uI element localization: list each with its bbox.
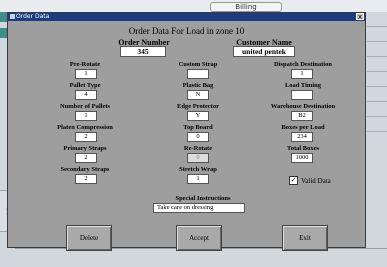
special-instructions-label: Special Instructions bbox=[175, 195, 231, 202]
boxes-per-load-label: Boxes per Load bbox=[281, 124, 325, 131]
order-data-dialog: Order Data x Order Data For Load in zone… bbox=[7, 12, 366, 251]
edge-protector-label: Edge Protector bbox=[177, 103, 219, 110]
re-rotate-label: Re-Rotate bbox=[183, 145, 213, 152]
load-timing-label: Load Timing bbox=[284, 82, 322, 89]
valid-data-checkbox[interactable]: ✓ Valid Data bbox=[289, 176, 331, 185]
order-number-field[interactable]: 345 bbox=[120, 46, 166, 57]
custom-strap-field[interactable] bbox=[187, 69, 209, 79]
top-board-label: Top Board bbox=[183, 124, 213, 131]
dispatch-destination-field[interactable]: 1 bbox=[291, 69, 313, 79]
total-boxes-label: Total Boxes bbox=[286, 145, 320, 152]
plastic-bag-field[interactable]: N bbox=[187, 90, 209, 100]
plastic-bag-label: Plastic Bag bbox=[182, 82, 214, 89]
close-button[interactable]: x bbox=[356, 13, 364, 21]
window-icon bbox=[10, 14, 15, 19]
dispatch-destination-label: Dispatch Destination bbox=[274, 61, 332, 68]
platen-compression-label: Platen Compression bbox=[57, 124, 113, 131]
primary-straps-field[interactable]: 2 bbox=[75, 153, 97, 163]
load-timing-field[interactable] bbox=[291, 90, 313, 100]
background-right-panel bbox=[367, 12, 387, 248]
customer-name-field[interactable]: united pentek bbox=[233, 46, 295, 57]
stretch-wrap-field[interactable]: 1 bbox=[187, 174, 209, 184]
warehouse-destination-label: Warehouse Destination bbox=[270, 103, 336, 110]
total-boxes-field[interactable]: 1000 bbox=[291, 153, 313, 163]
special-instructions-field[interactable]: Take care on dressing bbox=[153, 203, 245, 213]
delete-button[interactable]: Delete bbox=[66, 225, 112, 251]
number-of-pallets-field[interactable]: 1 bbox=[75, 111, 97, 121]
pallet-type-label: Pallet Type bbox=[69, 82, 101, 89]
page-title: Order Data For Load in zone 10 bbox=[128, 26, 245, 36]
background-billing-button[interactable]: Billing bbox=[210, 2, 282, 12]
stretch-wrap-label: Stretch Wrap bbox=[179, 166, 217, 173]
re-rotate-field: 0 bbox=[187, 153, 209, 163]
top-board-field[interactable]: 0 bbox=[187, 132, 209, 142]
secondary-straps-field[interactable]: 2 bbox=[75, 174, 97, 184]
checkmark-icon[interactable]: ✓ bbox=[289, 176, 298, 185]
title-bar: Order Data x bbox=[8, 13, 365, 21]
pallet-type-field[interactable]: 4 bbox=[75, 90, 97, 100]
background-app-bar bbox=[0, 0, 387, 12]
valid-data-label: Valid Data bbox=[301, 176, 331, 185]
primary-straps-label: Primary Straps bbox=[63, 145, 107, 152]
warehouse-destination-field[interactable]: B2 bbox=[291, 111, 313, 121]
pre-rotate-field[interactable]: 1 bbox=[75, 69, 97, 79]
custom-strap-label: Custom Strap bbox=[178, 61, 218, 68]
number-of-pallets-label: Number of Pallets bbox=[59, 103, 111, 110]
accept-button[interactable]: Accept bbox=[176, 225, 222, 251]
exit-button[interactable]: Exit bbox=[282, 225, 328, 251]
pre-rotate-label: Pre-Rotate bbox=[69, 61, 101, 68]
secondary-straps-label: Secondary Straps bbox=[60, 166, 110, 173]
platen-compression-field[interactable]: 2 bbox=[75, 132, 97, 142]
boxes-per-load-field[interactable]: 234 bbox=[291, 132, 313, 142]
edge-protector-field[interactable]: Y bbox=[187, 111, 209, 121]
window-title: Order Data bbox=[16, 13, 50, 20]
